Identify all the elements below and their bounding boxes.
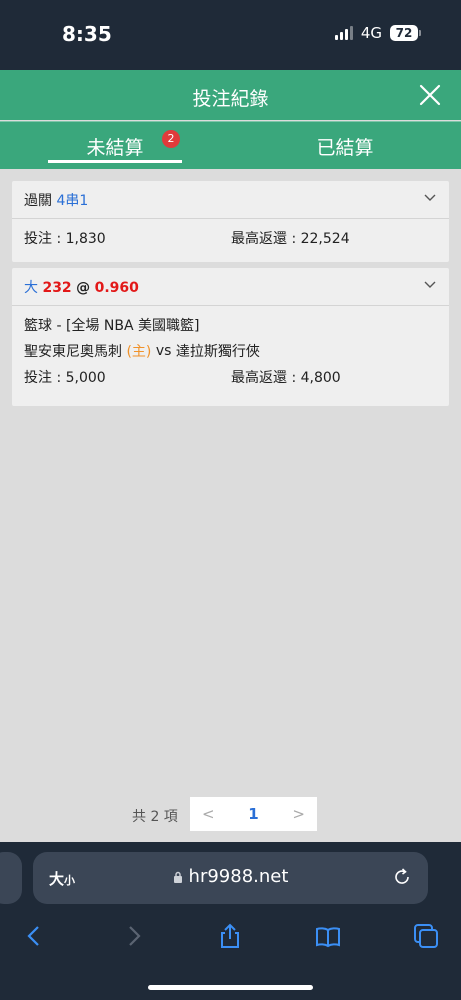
status-time: 8:35	[62, 22, 112, 46]
close-icon[interactable]	[417, 82, 443, 108]
selection-label: 大	[24, 280, 38, 296]
bet-type-value: 4串1	[56, 193, 89, 209]
share-icon[interactable]	[216, 922, 244, 950]
count-badge: 2	[162, 130, 180, 148]
previous-tab-preview[interactable]	[0, 852, 22, 904]
status-indicators: 4G 72	[334, 24, 421, 42]
prev-page-button[interactable]: <	[202, 805, 215, 823]
network-label: 4G	[360, 24, 382, 42]
bet-card-body: 投注 : 1,830 最高返還 : 22,524	[12, 219, 449, 262]
home-marker: (主)	[126, 344, 152, 360]
max-return-text: 最高返還 : 22,524	[231, 231, 350, 247]
url-display[interactable]: hr9988.net	[33, 866, 428, 887]
forward-icon[interactable]	[120, 922, 148, 950]
vs-text: vs	[155, 343, 172, 359]
line-value: 232	[42, 280, 72, 296]
league-text: 籃球 - [全場 NBA 美國職籃]	[24, 318, 200, 334]
tab-bar: 未結算 2 已結算	[0, 121, 461, 169]
home-team: 聖安東尼奧馬刺	[24, 344, 122, 360]
address-bar[interactable]: 大小 hr9988.net	[33, 852, 428, 904]
pagination: 共 2 項 < 1 >	[0, 797, 461, 831]
battery-level: 72	[390, 25, 418, 41]
signal-icon	[334, 26, 353, 40]
bet-card: 過關 4串1 投注 : 1,830 最高返還 : 22,524	[12, 181, 449, 262]
tabs-icon[interactable]	[412, 922, 440, 950]
home-indicator	[148, 985, 313, 990]
back-icon[interactable]	[20, 922, 48, 950]
bookmarks-icon[interactable]	[314, 922, 342, 950]
browser-chrome: 大小 hr9988.net	[0, 842, 461, 1000]
away-team: 達拉斯獨行俠	[175, 344, 260, 360]
stake-text: 投注 : 1,830	[24, 231, 106, 247]
lock-icon	[173, 871, 182, 883]
status-bar: 8:35 4G 72	[0, 0, 461, 70]
reload-icon[interactable]	[392, 867, 412, 887]
url-text: hr9988.net	[188, 866, 289, 887]
total-count: 共 2 項	[132, 809, 178, 825]
chevron-down-icon[interactable]	[423, 191, 437, 205]
stake-text: 投注 : 5,000	[24, 370, 106, 386]
browser-toolbar	[0, 918, 461, 958]
next-page-button[interactable]: >	[292, 805, 305, 823]
bet-card-header[interactable]: 大 232 @ 0.960	[12, 268, 449, 306]
tab-open-bets[interactable]: 未結算 2	[48, 122, 182, 169]
active-tab-indicator	[48, 160, 182, 163]
bet-card: 大 232 @ 0.960 籃球 - [全場 NBA 美國職籃] 聖安東尼奧馬刺…	[12, 268, 449, 406]
max-return-text: 最高返還 : 4,800	[231, 370, 341, 386]
page-selector: < 1 >	[190, 797, 317, 831]
tab-open-label: 未結算	[86, 137, 144, 159]
tab-settled-bets[interactable]: 已結算	[280, 122, 410, 169]
tab-settled-label: 已結算	[316, 137, 374, 159]
page-title: 投注紀錄	[192, 88, 269, 110]
current-page[interactable]: 1	[248, 805, 258, 823]
at-symbol: @	[76, 280, 91, 296]
modal-header: 投注紀錄	[0, 70, 461, 120]
odds-value: 0.960	[94, 280, 139, 296]
battery-icon: 72	[390, 25, 421, 41]
chevron-down-icon[interactable]	[423, 278, 437, 292]
bet-card-body: 籃球 - [全場 NBA 美國職籃] 聖安東尼奧馬刺 (主) vs 達拉斯獨行俠…	[12, 306, 449, 406]
bet-type-label: 過關	[24, 193, 52, 209]
bet-card-header[interactable]: 過關 4串1	[12, 181, 449, 219]
